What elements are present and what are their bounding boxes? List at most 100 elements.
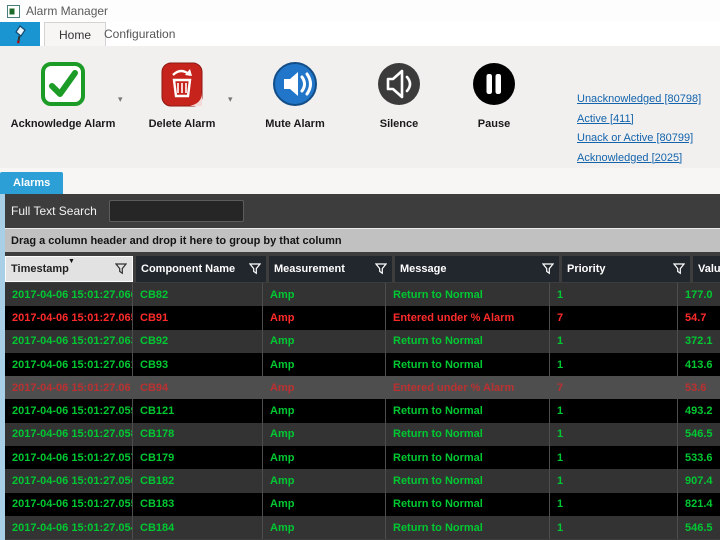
cell-component-name: CB91 <box>133 306 263 329</box>
tab-configuration-label: Configuration <box>104 27 175 41</box>
delete-alarm-button[interactable]: Delete Alarm <box>142 60 222 130</box>
filter-funnel-icon[interactable] <box>673 263 685 275</box>
table-row[interactable]: 2017-04-06 15:01:27.065 CB91 Amp Entered… <box>5 306 720 329</box>
cell-timestamp: 2017-04-06 15:01:27.065 <box>5 306 133 329</box>
cell-timestamp: 2017-04-06 15:01:27.059 <box>5 399 133 422</box>
table-row[interactable]: 2017-04-06 15:01:27.059 CB121 Amp Return… <box>5 399 720 422</box>
cell-timestamp: 2017-04-06 15:01:27.057 <box>5 446 133 469</box>
acknowledge-dropdown-arrow[interactable]: ▾ <box>118 94 123 105</box>
cell-value: 546.5 <box>678 423 720 446</box>
column-header-measurement[interactable]: Measurement <box>269 256 392 282</box>
cell-measurement: Amp <box>263 469 386 492</box>
cell-timestamp: 2017-04-06 15:01:27.055 <box>5 493 133 516</box>
delete-alarm-label: Delete Alarm <box>149 118 216 130</box>
cell-message: Return to Normal <box>386 446 550 469</box>
table-row[interactable]: 2017-04-06 15:01:27.057 CB179 Amp Return… <box>5 446 720 469</box>
filter-funnel-icon[interactable] <box>115 263 127 275</box>
table-row[interactable]: 2017-04-06 15:01:27.066 CB82 Amp Return … <box>5 283 720 306</box>
cell-message: Return to Normal <box>386 283 550 306</box>
cell-message: Return to Normal <box>386 399 550 422</box>
acknowledge-alarm-button[interactable]: Acknowledge Alarm <box>15 60 111 130</box>
column-header-message[interactable]: Message <box>395 256 559 282</box>
silence-button[interactable]: Silence <box>375 60 423 130</box>
cell-priority: 1 <box>550 353 678 376</box>
filter-funnel-icon[interactable] <box>249 263 261 275</box>
full-text-search-label: Full Text Search <box>11 204 97 218</box>
quick-link[interactable]: Active [411] <box>577 110 701 130</box>
tab-alarms[interactable]: Alarms <box>0 172 63 194</box>
cell-measurement: Amp <box>263 353 386 376</box>
delete-trash-icon <box>160 60 204 108</box>
quick-link[interactable]: Unack or Active [80799] <box>577 129 701 149</box>
cell-component-name: CB182 <box>133 469 263 492</box>
table-row[interactable]: 2017-04-06 15:01:27.056 CB182 Amp Return… <box>5 469 720 492</box>
quick-link[interactable]: Unacknowledged [80798] <box>577 90 701 110</box>
cell-message: Return to Normal <box>386 516 550 539</box>
mute-speaker-icon <box>271 60 319 108</box>
cell-value: 413.6 <box>678 353 720 376</box>
cell-measurement: Amp <box>263 306 386 329</box>
cell-measurement: Amp <box>263 283 386 306</box>
window-title: Alarm Manager <box>26 4 108 18</box>
title-bar: Alarm Manager <box>0 0 720 22</box>
filter-funnel-icon[interactable] <box>542 263 554 275</box>
column-header-component-name[interactable]: Component Name <box>136 256 266 282</box>
alarm-rows: 2017-04-06 15:01:27.066 CB82 Amp Return … <box>5 283 720 540</box>
cell-priority: 1 <box>550 469 678 492</box>
cell-priority: 7 <box>550 376 678 399</box>
cell-priority: 1 <box>550 399 678 422</box>
cell-priority: 1 <box>550 283 678 306</box>
app-menu-button[interactable] <box>0 22 40 46</box>
tab-alarms-label: Alarms <box>13 177 50 189</box>
cell-component-name: CB184 <box>133 516 263 539</box>
quick-link[interactable]: Acknowledged [2025] <box>577 149 701 169</box>
cell-measurement: Amp <box>263 446 386 469</box>
pause-icon <box>470 60 518 108</box>
cell-value: 53.6 <box>678 376 720 399</box>
cell-component-name: CB82 <box>133 283 263 306</box>
cell-component-name: CB178 <box>133 423 263 446</box>
cell-message: Return to Normal <box>386 330 550 353</box>
cell-timestamp: 2017-04-06 15:01:27.06 <box>5 376 133 399</box>
table-row[interactable]: 2017-04-06 15:01:27.058 CB178 Amp Return… <box>5 423 720 446</box>
table-row[interactable]: 2017-04-06 15:01:27.06 CB94 Amp Entered … <box>5 376 720 399</box>
cell-measurement: Amp <box>263 516 386 539</box>
cell-measurement: Amp <box>263 376 386 399</box>
table-row[interactable]: 2017-04-06 15:01:27.063 CB92 Amp Return … <box>5 330 720 353</box>
tab-home-label: Home <box>59 28 91 42</box>
table-row[interactable]: 2017-04-06 15:01:27.054 CB184 Amp Return… <box>5 516 720 539</box>
cell-priority: 1 <box>550 446 678 469</box>
cell-priority: 1 <box>550 493 678 516</box>
column-header-value[interactable]: Value <box>693 256 720 282</box>
group-by-drop-zone[interactable]: Drag a column header and drop it here to… <box>5 228 720 252</box>
acknowledge-check-icon <box>39 60 87 108</box>
column-header-timestamp[interactable]: Timestamp ▼ <box>5 256 133 282</box>
cell-value: 907.4 <box>678 469 720 492</box>
ribbon-tab-strip: Home Configuration <box>0 22 720 46</box>
mute-alarm-label: Mute Alarm <box>265 118 325 130</box>
cell-value: 821.4 <box>678 493 720 516</box>
table-row[interactable]: 2017-04-06 15:01:27.061 CB93 Amp Return … <box>5 353 720 376</box>
cell-value: 493.2 <box>678 399 720 422</box>
cell-component-name: CB183 <box>133 493 263 516</box>
delete-dropdown-arrow[interactable]: ▾ <box>228 94 233 105</box>
cell-component-name: CB93 <box>133 353 263 376</box>
app-menu-pin-icon <box>12 24 28 44</box>
cell-component-name: CB179 <box>133 446 263 469</box>
cell-component-name: CB121 <box>133 399 263 422</box>
cell-timestamp: 2017-04-06 15:01:27.058 <box>5 423 133 446</box>
cell-priority: 1 <box>550 330 678 353</box>
filter-funnel-icon[interactable] <box>375 263 387 275</box>
silence-speaker-icon <box>375 60 423 108</box>
column-header-priority[interactable]: Priority <box>562 256 690 282</box>
mute-alarm-button[interactable]: Mute Alarm <box>258 60 332 130</box>
pause-button[interactable]: Pause <box>470 60 518 130</box>
cell-component-name: CB92 <box>133 330 263 353</box>
table-row[interactable]: 2017-04-06 15:01:27.055 CB183 Amp Return… <box>5 493 720 516</box>
acknowledge-alarm-label: Acknowledge Alarm <box>11 118 116 130</box>
search-bar: Full Text Search <box>5 195 720 227</box>
tab-configuration[interactable]: Configuration <box>90 22 189 46</box>
cell-measurement: Amp <box>263 493 386 516</box>
cell-value: 372.1 <box>678 330 720 353</box>
full-text-search-input[interactable] <box>109 200 244 222</box>
